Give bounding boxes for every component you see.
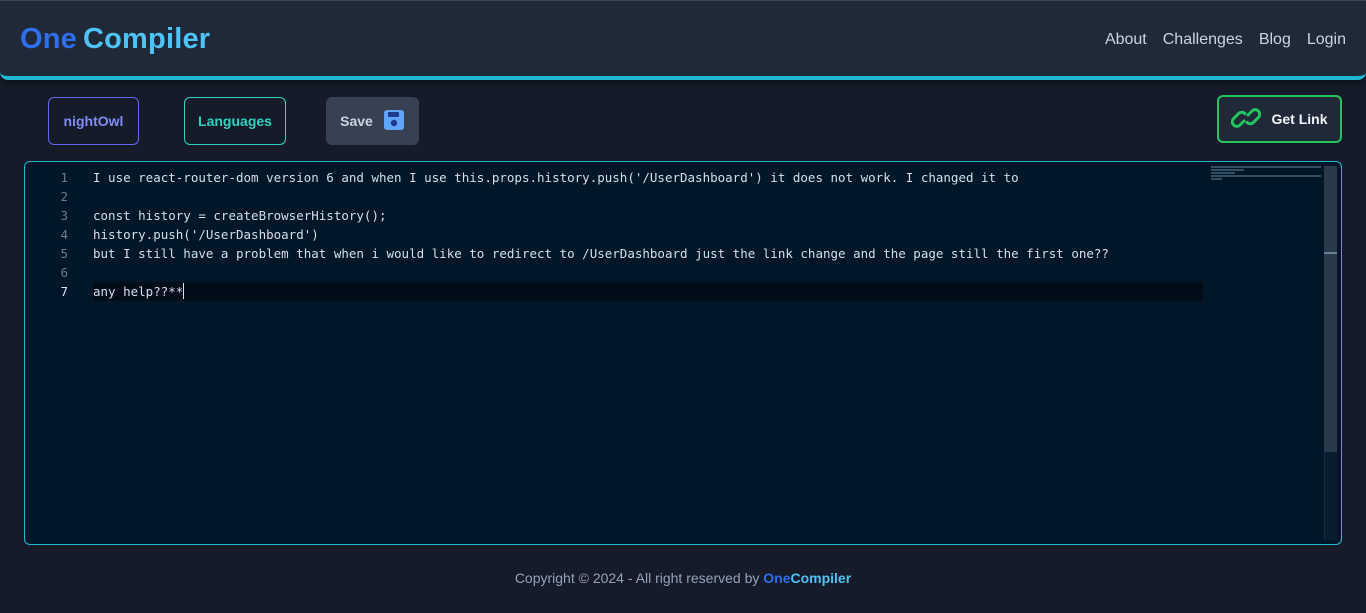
code-line[interactable]: but I still have a problem that when i w… [93, 244, 1203, 263]
top-nav: About Challenges Blog Login [1105, 31, 1346, 49]
get-link-button[interactable]: Get Link [1217, 95, 1342, 143]
line-number-gutter: 1 2 3 4 5 6 7 [25, 168, 85, 301]
code-line-active[interactable]: any help??** [93, 282, 1203, 301]
get-link-label: Get Link [1271, 111, 1328, 127]
copyright-text: Copyright © 2024 - All right reserved by [514, 570, 764, 586]
nav-challenges-link[interactable]: Challenges [1163, 31, 1243, 49]
chain-link-icon [1231, 106, 1262, 133]
active-line-text: any help??** [93, 284, 184, 299]
save-button[interactable]: Save [326, 97, 419, 145]
line-number: 4 [60, 227, 68, 242]
text-cursor [183, 283, 185, 299]
line-number: 5 [60, 246, 68, 261]
page-footer: Copyright © 2024 - All right reserved by… [0, 570, 1366, 586]
code-line[interactable] [93, 187, 1203, 206]
line-number: 1 [60, 170, 68, 185]
nav-login-link[interactable]: Login [1307, 31, 1346, 49]
nav-blog-link[interactable]: Blog [1259, 31, 1291, 49]
code-line[interactable]: I use react-router-dom version 6 and whe… [93, 168, 1203, 187]
editor-scrollbar-thumb[interactable] [1324, 166, 1337, 452]
site-logo[interactable]: One Compiler [20, 23, 210, 56]
theme-label: nightOwl [63, 113, 124, 129]
logo-one: One [20, 23, 77, 55]
logo-compiler: Compiler [83, 23, 211, 55]
line-number-active: 7 [60, 284, 68, 299]
line-number: 2 [60, 189, 68, 204]
code-line[interactable]: history.push('/UserDashboard') [93, 225, 1203, 244]
nav-about-link[interactable]: About [1105, 31, 1147, 49]
code-line[interactable]: const history = createBrowserHistory(); [93, 206, 1203, 225]
top-header: One Compiler About Challenges Blog Login [0, 0, 1366, 80]
languages-button[interactable]: Languages [184, 97, 286, 145]
scrollbar-position-marker [1324, 252, 1337, 254]
footer-brand-compiler[interactable]: Compiler [790, 570, 851, 586]
editor-minimap[interactable] [1211, 166, 1321, 196]
code-editor[interactable]: 1 2 3 4 5 6 7 I use react-router-dom ver… [24, 161, 1342, 545]
code-line[interactable] [93, 263, 1203, 282]
line-number: 3 [60, 208, 68, 223]
code-content[interactable]: I use react-router-dom version 6 and whe… [93, 168, 1203, 301]
line-number: 6 [60, 265, 68, 280]
languages-label: Languages [198, 113, 272, 129]
footer-brand-one[interactable]: One [763, 570, 790, 586]
save-label: Save [340, 113, 373, 129]
floppy-disk-icon [383, 109, 405, 134]
theme-selector-button[interactable]: nightOwl [48, 97, 139, 145]
